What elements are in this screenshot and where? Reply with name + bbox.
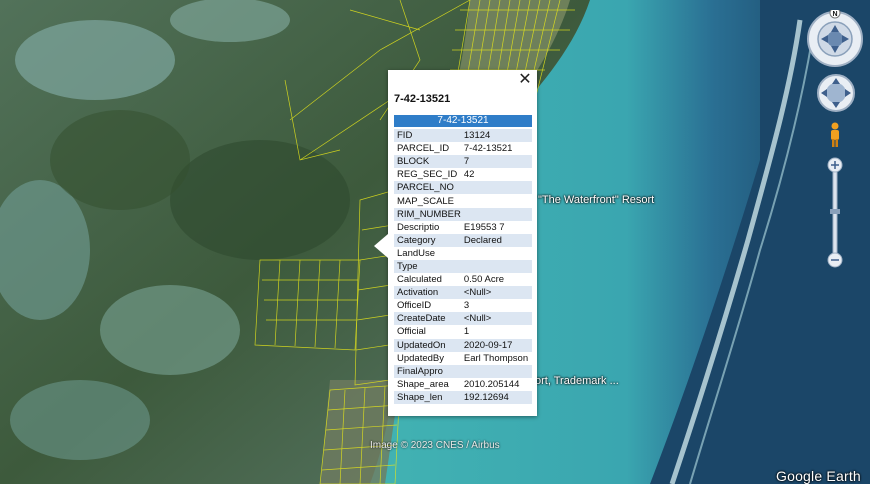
- attribute-key: Descriptio: [394, 220, 461, 234]
- attribute-row: FID 13124: [394, 129, 532, 143]
- attribute-value: [460, 207, 532, 221]
- trademark-label[interactable]: ort, Trademark ...: [535, 375, 619, 387]
- attribute-value: [460, 181, 532, 195]
- attribute-value: 0.50 Acre: [460, 273, 532, 287]
- resort-label[interactable]: "The Waterfront" Resort: [538, 194, 654, 206]
- attribute-value: E19553 7: [460, 220, 532, 234]
- attribute-row: FinalAppro: [394, 364, 532, 378]
- attribute-key: UpdatedBy: [394, 351, 461, 365]
- attribute-key: FinalAppro: [394, 364, 461, 378]
- attribute-table: FID 13124 PARCEL_ID 7-42-13521 BLOCK 7 REG_SEC…: [394, 129, 532, 404]
- attribute-row: Category Declared: [394, 233, 532, 247]
- attribute-key: PARCEL_NO: [394, 181, 461, 195]
- attribute-row: PARCEL_NO: [394, 181, 532, 195]
- attribute-value: 7: [460, 155, 532, 169]
- attribute-row: Descriptio E19553 7: [394, 220, 532, 234]
- attribute-key: BLOCK: [394, 155, 461, 169]
- imagery-attribution: Image © 2023 CNES / Airbus: [370, 440, 500, 451]
- attribute-row: Shape_len 192.12694: [394, 390, 532, 404]
- compass-north-label: N: [832, 11, 837, 18]
- attribute-row: Calculated 0.50 Acre: [394, 273, 532, 287]
- zoom-in-icon[interactable]: [827, 157, 843, 173]
- attribute-key: MAP_SCALE: [394, 194, 461, 208]
- zoom-out-icon[interactable]: [827, 252, 843, 268]
- attribute-row: Official 1: [394, 325, 532, 339]
- lagoon: [10, 380, 150, 460]
- attribute-key: Shape_len: [394, 390, 461, 404]
- attribute-value: [460, 259, 532, 274]
- attribute-row: UpdatedBy Earl Thompson: [394, 351, 532, 365]
- attribute-row: OfficeID 3: [394, 299, 532, 313]
- compass-icon[interactable]: N: [806, 10, 864, 68]
- attribute-key: OfficeID: [394, 299, 461, 313]
- attribute-key: REG_SEC_ID: [394, 168, 461, 182]
- attribute-value: 2010.205144: [460, 377, 532, 391]
- attribute-row: BLOCK 7: [394, 155, 532, 169]
- attribute-row: Shape_area 2010.205144: [394, 377, 532, 391]
- attribute-value: 7-42-13521: [460, 142, 532, 156]
- look-icon[interactable]: [817, 74, 855, 112]
- attribute-value: 3: [460, 299, 532, 313]
- attribute-value: [460, 194, 532, 208]
- attribute-value: <Null>: [460, 312, 532, 326]
- attribute-key: Activation: [394, 286, 461, 300]
- attribute-key: Calculated: [394, 273, 461, 287]
- parcel-info-popup: ✕ 7-42-13521 7-42-13521 FID 13124 PARCEL_I…: [374, 70, 537, 416]
- attribute-key: Shape_area: [394, 377, 461, 391]
- mangrove: [170, 140, 350, 260]
- attribute-value: Declared: [460, 233, 532, 247]
- attribute-row: REG_SEC_ID 42: [394, 168, 532, 182]
- attribute-value: Earl Thompson: [460, 351, 532, 365]
- attribute-value: 13124: [460, 129, 532, 143]
- attribute-key: LandUse: [394, 246, 461, 260]
- attribute-key: CreateDate: [394, 312, 461, 326]
- attribute-key: FID: [394, 129, 461, 143]
- close-icon[interactable]: ✕: [517, 72, 533, 88]
- attribute-table-header: 7-42-13521: [394, 115, 532, 127]
- popup-title: 7-42-13521: [394, 93, 451, 105]
- lagoon: [15, 20, 175, 100]
- zoom-slider[interactable]: [826, 156, 844, 270]
- lagoon: [170, 0, 290, 42]
- attribute-key: Type: [394, 259, 461, 274]
- popup-pointer: [374, 234, 388, 258]
- attribute-row: LandUse: [394, 246, 532, 260]
- attribute-row: RIM_NUMBER: [394, 207, 532, 221]
- attribute-value: 1: [460, 325, 532, 339]
- google-earth-logo: Google Earth: [776, 468, 861, 484]
- zoom-thumb[interactable]: [830, 209, 840, 214]
- attribute-value: <Null>: [460, 286, 532, 300]
- attribute-key: Official: [394, 325, 461, 339]
- mangrove: [50, 110, 190, 210]
- attribute-row: CreateDate <Null>: [394, 312, 532, 326]
- attribute-row: PARCEL_ID 7-42-13521: [394, 142, 532, 156]
- attribute-row: UpdatedOn 2020-09-17: [394, 338, 532, 352]
- attribute-value: 192.12694: [460, 390, 532, 404]
- attribute-row: Type: [394, 259, 532, 274]
- attribute-value: [460, 246, 532, 260]
- attribute-key: PARCEL_ID: [394, 142, 461, 156]
- attribute-value: [460, 364, 532, 378]
- attribute-value: 42: [460, 168, 532, 182]
- attribute-key: RIM_NUMBER: [394, 207, 461, 221]
- attribute-key: Category: [394, 233, 461, 247]
- attribute-row: MAP_SCALE: [394, 194, 532, 208]
- attribute-value: 2020-09-17: [460, 338, 532, 352]
- pegman-icon[interactable]: [828, 122, 842, 148]
- lagoon: [100, 285, 240, 375]
- attribute-row: Activation <Null>: [394, 286, 532, 300]
- attribute-key: UpdatedOn: [394, 338, 461, 352]
